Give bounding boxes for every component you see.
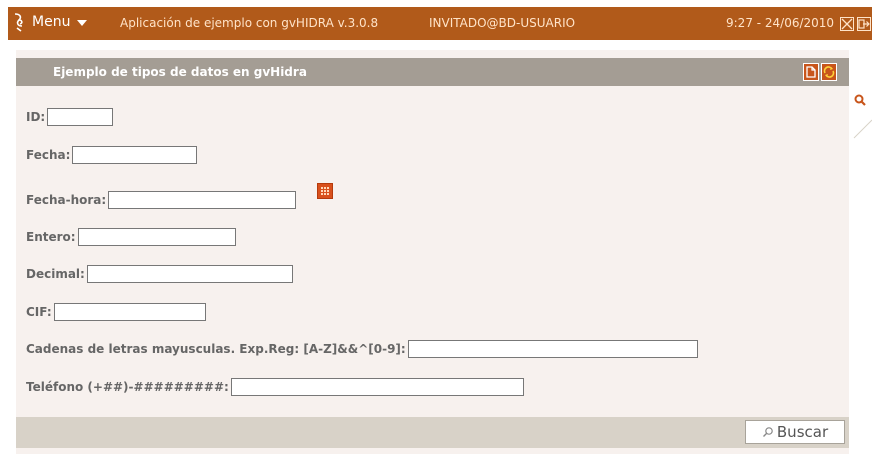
search-icon: [853, 94, 872, 139]
decimal-input[interactable]: [86, 265, 293, 283]
fecha-input[interactable]: [72, 146, 198, 164]
main-panel: Ejemplo de tipos de datos en gvHidra ID:…: [16, 50, 849, 454]
new-document-icon: [806, 66, 816, 78]
telefono-label: Teléfono (+##)-#########:: [26, 380, 229, 394]
decimal-label: Decimal:: [26, 267, 85, 281]
cif-input[interactable]: [53, 303, 206, 321]
entero-input[interactable]: [77, 228, 236, 246]
panel-footer: Buscar: [16, 417, 849, 448]
cif-label: CIF:: [26, 305, 52, 319]
fechahora-label: Fecha-hora:: [26, 193, 107, 207]
telefono-input[interactable]: [230, 378, 524, 396]
field-decimal: Decimal:: [26, 265, 293, 283]
field-telefono: Teléfono (+##)-#########:: [26, 378, 524, 396]
chevron-down-icon: [77, 20, 88, 26]
search-icon: [762, 427, 773, 437]
app-title: Aplicación de ejemplo con gvHIDRA v.3.0.…: [120, 16, 379, 30]
top-bar: Menu Aplicación de ejemplo con gvHIDRA v…: [8, 7, 872, 40]
search-button[interactable]: Buscar: [745, 420, 845, 444]
new-record-button[interactable]: [803, 63, 819, 81]
search-button-label: Buscar: [776, 423, 829, 441]
entero-label: Entero:: [26, 230, 76, 244]
app-logo-icon: [14, 13, 23, 32]
menu-label: Menu: [32, 14, 71, 30]
calendar-button[interactable]: [317, 183, 333, 199]
close-button[interactable]: [840, 17, 854, 31]
field-fecha: Fecha:: [26, 146, 198, 164]
side-search-tab[interactable]: [852, 92, 872, 140]
field-fecha-hora: Fecha-hora:: [26, 191, 297, 209]
calendar-icon: [321, 187, 329, 195]
fecha-label: Fecha:: [26, 148, 71, 162]
fechahora-input[interactable]: [108, 191, 297, 209]
id-input[interactable]: [47, 108, 114, 126]
field-entero: Entero:: [26, 228, 236, 246]
datetime-label: 9:27 - 24/06/2010: [726, 16, 835, 30]
cadenas-input[interactable]: [407, 340, 698, 358]
logout-button[interactable]: [857, 17, 871, 31]
id-label: ID:: [26, 110, 46, 124]
refresh-button[interactable]: [821, 63, 837, 81]
cadenas-label: Cadenas de letras mayusculas. Exp.Reg: […: [26, 342, 406, 356]
field-cif: CIF:: [26, 303, 206, 321]
logout-icon: [858, 19, 870, 29]
close-icon: [841, 18, 853, 30]
panel-title: Ejemplo de tipos de datos en gvHidra: [53, 65, 307, 79]
field-id: ID:: [26, 108, 114, 126]
refresh-icon: [823, 66, 835, 78]
main-menu-button[interactable]: Menu: [32, 14, 88, 30]
panel-header: Ejemplo de tipos de datos en gvHidra: [16, 58, 849, 86]
field-cadenas: Cadenas de letras mayusculas. Exp.Reg: […: [26, 340, 698, 358]
user-label: INVITADO@BD-USUARIO: [429, 16, 576, 30]
